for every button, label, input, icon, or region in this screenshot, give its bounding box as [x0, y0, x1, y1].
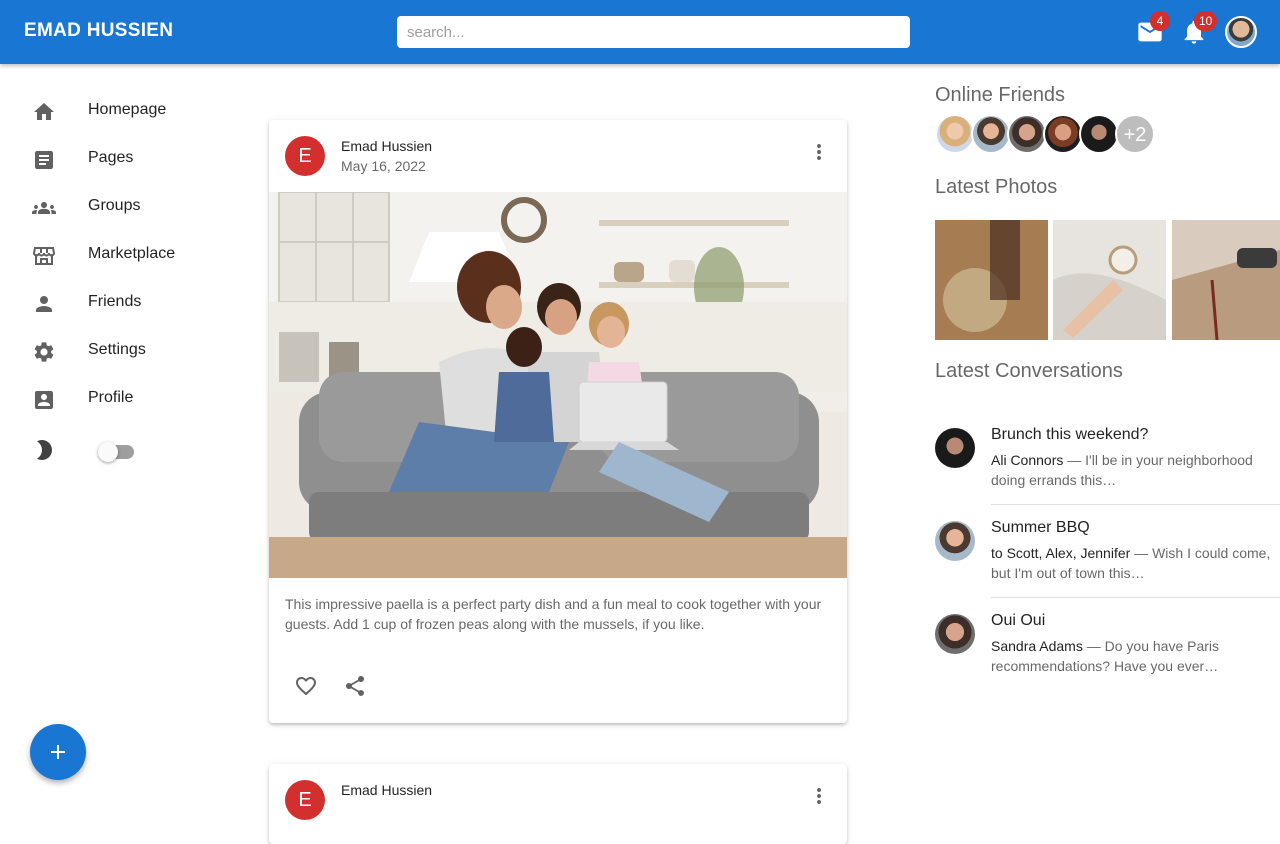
- more-vert-icon[interactable]: [807, 784, 831, 808]
- heart-icon[interactable]: [294, 674, 318, 698]
- sidebar-item-settings[interactable]: Settings: [0, 328, 230, 376]
- photo-image: [1172, 220, 1280, 340]
- conversation-preview: Sandra Adams — Do you have Paris recomme…: [991, 636, 1271, 676]
- sidebar-item-groups[interactable]: Groups: [0, 184, 230, 232]
- conversation-avatar: [935, 614, 975, 654]
- post-caption: This impressive paella is a perfect part…: [285, 596, 822, 632]
- theme-row: [0, 424, 230, 480]
- conversation-sender: Ali Connors: [991, 452, 1064, 468]
- sidebar-item-label: Marketplace: [88, 245, 176, 262]
- photo-thumbnail[interactable]: [1172, 220, 1280, 340]
- plus-icon: [51, 745, 65, 759]
- online-friends-title: Online Friends: [935, 84, 1066, 106]
- sidebar-item-pages[interactable]: Pages: [0, 136, 230, 184]
- photo-thumbnail[interactable]: [935, 220, 1048, 340]
- conversation-preview: Ali Connors — I'll be in your neighborho…: [991, 450, 1271, 490]
- sidebar-item-label: Profile: [88, 389, 134, 406]
- online-friends-group: +2: [935, 114, 1195, 154]
- mail-badge: 4: [1150, 11, 1170, 31]
- sidebar: Homepage Pages Groups Marketplace Friend…: [0, 88, 230, 480]
- friend-avatar[interactable]: [1079, 114, 1119, 154]
- friend-avatar[interactable]: [935, 114, 975, 154]
- share-icon[interactable]: [343, 674, 367, 698]
- family-photo: [269, 192, 847, 578]
- conversation-avatar: [935, 428, 975, 468]
- post-card: E Emad Hussien May 16, 2022 This impress…: [269, 120, 847, 723]
- conversation-item[interactable]: Summer BBQ to Scott, Alex, Jennifer — Wi…: [935, 513, 1280, 606]
- home-icon: [34, 103, 54, 120]
- friend-avatar[interactable]: [1043, 114, 1083, 154]
- sidebar-item-marketplace[interactable]: Marketplace: [0, 232, 230, 280]
- search-input[interactable]: [397, 16, 910, 48]
- divider: [991, 504, 1280, 505]
- conversation-sender: Sandra Adams: [991, 638, 1083, 654]
- conversation-avatar: [935, 521, 975, 561]
- storefront-icon: [32, 247, 56, 265]
- latest-conversations-title: Latest Conversations: [935, 360, 1123, 382]
- sidebar-item-label: Pages: [88, 149, 134, 166]
- photo-thumbnail[interactable]: [1053, 220, 1166, 340]
- divider: [991, 597, 1280, 598]
- conversation-title: Summer BBQ: [991, 519, 1090, 536]
- sidebar-item-label: Settings: [88, 341, 146, 358]
- groups-icon: [32, 202, 56, 214]
- dark-mode-toggle[interactable]: [98, 440, 134, 464]
- toggle-thumb: [98, 442, 118, 462]
- sidebar-item-label: Friends: [88, 293, 142, 310]
- add-button[interactable]: [30, 724, 86, 780]
- post-image[interactable]: [269, 192, 847, 578]
- person-icon: [36, 296, 52, 312]
- sidebar-item-profile[interactable]: Profile: [0, 376, 230, 424]
- author-avatar[interactable]: E: [285, 780, 325, 820]
- friend-avatar[interactable]: [1007, 114, 1047, 154]
- mail-button[interactable]: 4: [1136, 11, 1170, 46]
- account-box-icon: [35, 391, 53, 409]
- conversation-preview: to Scott, Alex, Jennifer — Wish I could …: [991, 543, 1271, 583]
- author-avatar[interactable]: E: [285, 136, 325, 176]
- gear-icon: [34, 342, 54, 362]
- sidebar-item-friends[interactable]: Friends: [0, 280, 230, 328]
- moon-icon: [37, 440, 52, 460]
- post-author: Emad Hussien: [341, 138, 433, 154]
- latest-photos-title: Latest Photos: [935, 176, 1058, 198]
- conversation-item[interactable]: Brunch this weekend? Ali Connors — I'll …: [935, 420, 1280, 513]
- sidebar-item-label: Groups: [88, 197, 141, 214]
- post-card: E Emad Hussien: [269, 764, 847, 844]
- more-friends-badge[interactable]: +2: [1115, 114, 1155, 154]
- article-icon: [35, 151, 53, 169]
- photo-image: [1053, 220, 1166, 340]
- more-vert-icon[interactable]: [807, 140, 831, 164]
- post-date: May 16, 2022: [341, 158, 426, 174]
- conversation-title: Oui Oui: [991, 612, 1046, 629]
- notifications-button[interactable]: 10: [1180, 11, 1218, 46]
- friend-avatar[interactable]: [971, 114, 1011, 154]
- conversation-sender: to Scott, Alex, Jennifer: [991, 545, 1131, 561]
- notifications-badge: 10: [1194, 11, 1218, 31]
- sidebar-item-label: Homepage: [88, 101, 167, 118]
- brand-title[interactable]: EMAD HUSSIEN: [24, 20, 173, 42]
- photo-image: [935, 220, 1048, 340]
- app-bar: EMAD HUSSIEN 4 10: [0, 0, 1280, 64]
- sidebar-item-homepage[interactable]: Homepage: [0, 88, 230, 136]
- user-avatar[interactable]: [1225, 16, 1257, 48]
- conversation-item[interactable]: Oui Oui Sandra Adams — Do you have Paris…: [935, 606, 1280, 699]
- conversation-title: Brunch this weekend?: [991, 426, 1149, 443]
- post-author: Emad Hussien: [341, 782, 433, 798]
